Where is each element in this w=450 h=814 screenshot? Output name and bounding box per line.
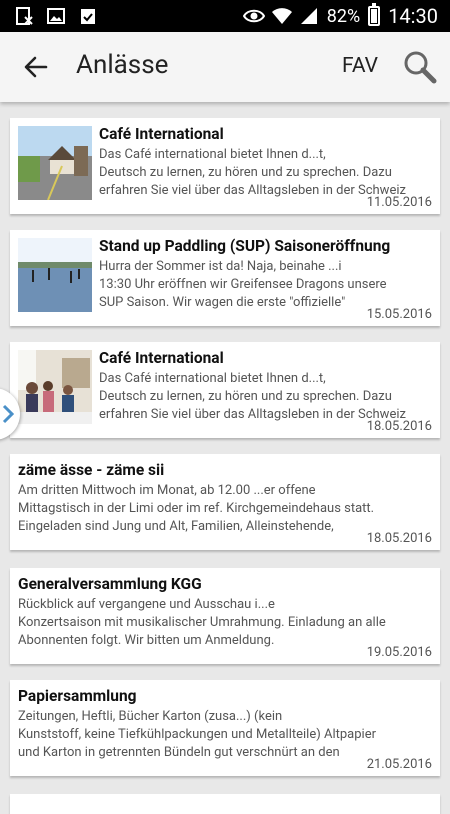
event-title: Café International bbox=[99, 349, 224, 367]
event-date: 15.05.2016 bbox=[366, 307, 432, 322]
event-description: Hurra der Sommer ist da! Naja, beinahe .… bbox=[99, 259, 387, 310]
event-description: Am dritten Mittwoch im Monat, ab 12.00 .… bbox=[18, 483, 375, 534]
battery-percent: 82% bbox=[326, 5, 361, 27]
event-date: 18.05.2016 bbox=[366, 419, 432, 434]
event-card[interactable]: Papiersammlung Zeitungen, Heftli, Bücher… bbox=[10, 680, 440, 776]
event-description: Rückblick auf vergangene und Ausschau i.… bbox=[18, 597, 386, 648]
sim-card-icon bbox=[14, 6, 34, 26]
event-thumbnail bbox=[18, 126, 92, 200]
event-card[interactable] bbox=[10, 794, 440, 814]
status-bar: 82% 14:30 bbox=[0, 0, 450, 32]
page-title: Anlässe bbox=[76, 50, 169, 80]
event-date: 21.05.2016 bbox=[366, 757, 432, 772]
event-card[interactable]: Stand up Paddling (SUP) Saisoneröffnung … bbox=[10, 230, 440, 326]
event-description: Das Café international bietet Ihnen d...… bbox=[99, 371, 406, 422]
event-card[interactable]: Café International Das Café internationa… bbox=[10, 118, 440, 214]
event-date: 19.05.2016 bbox=[366, 645, 432, 660]
chevron-right-icon bbox=[2, 404, 14, 424]
event-date: 18.05.2016 bbox=[366, 531, 432, 546]
eye-icon bbox=[242, 6, 265, 26]
event-title: Papiersammlung bbox=[18, 687, 137, 705]
event-title: Stand up Paddling (SUP) Saisoneröffnung bbox=[99, 237, 391, 255]
event-date: 11.05.2016 bbox=[366, 195, 432, 210]
event-description: Zeitungen, Heftli, Bücher Karton (zusa..… bbox=[18, 709, 376, 760]
battery-icon bbox=[368, 3, 381, 26]
event-thumbnail bbox=[18, 238, 92, 312]
event-card[interactable]: zäme ässe - zäme sii Am dritten Mittwoch… bbox=[10, 454, 440, 550]
signal-icon bbox=[299, 6, 319, 26]
event-card[interactable]: Café International Das Café internationa… bbox=[10, 342, 440, 438]
back-arrow-icon[interactable] bbox=[20, 51, 52, 83]
image-icon bbox=[46, 6, 66, 26]
event-description: Das Café international bietet Ihnen d...… bbox=[99, 147, 406, 198]
event-card[interactable]: Generalversammlung KGG Rückblick auf ver… bbox=[10, 568, 440, 664]
wifi-icon bbox=[271, 6, 292, 26]
event-thumbnail bbox=[18, 350, 92, 424]
clipboard-check-icon bbox=[78, 6, 98, 26]
fav-button[interactable]: FAV bbox=[342, 54, 378, 78]
app-bar: Anlässe FAV bbox=[0, 32, 450, 102]
event-title: zäme ässe - zäme sii bbox=[18, 461, 165, 479]
event-title: Generalversammlung KGG bbox=[18, 575, 202, 593]
clock: 14:30 bbox=[388, 4, 438, 28]
search-icon[interactable] bbox=[403, 50, 437, 84]
event-title: Café International bbox=[99, 125, 224, 143]
